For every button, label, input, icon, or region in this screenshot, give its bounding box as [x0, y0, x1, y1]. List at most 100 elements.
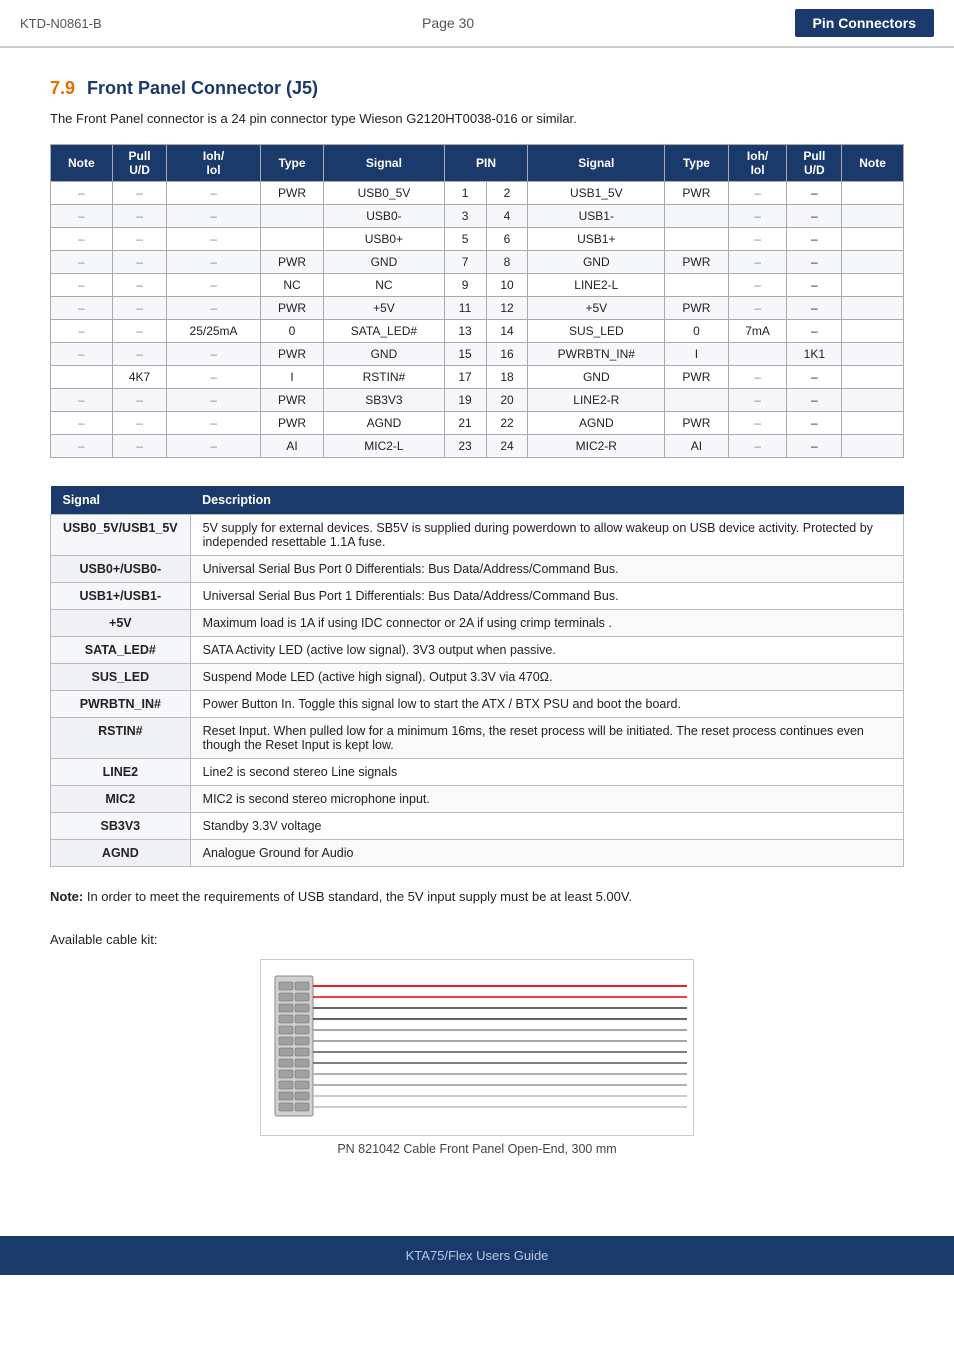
signal-desc: MIC2 is second stereo microphone input.: [190, 786, 903, 813]
list-item: AGND Analogue Ground for Audio: [51, 840, 904, 867]
th-type-l: Type: [260, 145, 324, 182]
list-item: +5V Maximum load is 1A if using IDC conn…: [51, 610, 904, 637]
cell-pin-l: 11: [444, 297, 486, 320]
th-type-r: Type: [665, 145, 729, 182]
cell-signal-r: SUS_LED: [528, 320, 665, 343]
cell-ioh-r: [728, 343, 787, 366]
cell-ioh-r: –: [728, 182, 787, 205]
cell-note-r: [842, 205, 904, 228]
cell-note-r: [842, 182, 904, 205]
cell-signal-l: USB0-: [324, 205, 444, 228]
cell-pin-r: 10: [486, 274, 528, 297]
cell-signal-l: GND: [324, 251, 444, 274]
list-item: SUS_LED Suspend Mode LED (active high si…: [51, 664, 904, 691]
cell-note-l: –: [51, 182, 113, 205]
cell-pin-l: 17: [444, 366, 486, 389]
signal-name: PWRBTN_IN#: [51, 691, 191, 718]
cell-pull-r: –: [787, 228, 842, 251]
cell-type-r: [665, 228, 729, 251]
list-item: USB0+/USB0- Universal Serial Bus Port 0 …: [51, 556, 904, 583]
signal-name: USB0+/USB0-: [51, 556, 191, 583]
cell-type-l: [260, 228, 324, 251]
signal-desc: Maximum load is 1A if using IDC connecto…: [190, 610, 903, 637]
cell-pull-l: –: [112, 320, 167, 343]
signal-name: SATA_LED#: [51, 637, 191, 664]
cell-type-l: 0: [260, 320, 324, 343]
list-item: LINE2 Line2 is second stereo Line signal…: [51, 759, 904, 786]
table-row: – – – PWR GND 15 16 PWRBTN_IN# I 1K1: [51, 343, 904, 366]
cell-pull-r: –: [787, 412, 842, 435]
signal-desc: SATA Activity LED (active low signal). 3…: [190, 637, 903, 664]
page-header: KTD-N0861-B Page 30 Pin Connectors: [0, 0, 954, 48]
cell-ioh-l: –: [167, 228, 260, 251]
table-row: – – – NC NC 9 10 LINE2-L – –: [51, 274, 904, 297]
th-ioh-r: Ioh/Iol: [728, 145, 787, 182]
cell-pull-r: –: [787, 274, 842, 297]
cell-pin-l: 21: [444, 412, 486, 435]
cell-ioh-r: –: [728, 228, 787, 251]
signal-description-table: Signal Description USB0_5V/USB1_5V 5V su…: [50, 486, 904, 867]
main-content: 7.9 Front Panel Connector (J5) The Front…: [0, 48, 954, 1196]
cell-note-r: [842, 435, 904, 458]
table-row: – – – PWR SB3V3 19 20 LINE2-R – –: [51, 389, 904, 412]
cell-type-l: PWR: [260, 251, 324, 274]
table-row: – – 25/25mA 0 SATA_LED# 13 14 SUS_LED 0 …: [51, 320, 904, 343]
signal-desc: Universal Serial Bus Port 1 Differential…: [190, 583, 903, 610]
cell-signal-l: +5V: [324, 297, 444, 320]
cell-pin-l: 1: [444, 182, 486, 205]
table-row: – – – PWR USB0_5V 1 2 USB1_5V PWR – –: [51, 182, 904, 205]
cell-pull-l: –: [112, 182, 167, 205]
cell-pin-l: 15: [444, 343, 486, 366]
cell-pin-r: 16: [486, 343, 528, 366]
section-title: Front Panel Connector (J5): [87, 78, 318, 99]
cell-pin-l: 5: [444, 228, 486, 251]
cell-ioh-l: –: [167, 297, 260, 320]
list-item: PWRBTN_IN# Power Button In. Toggle this …: [51, 691, 904, 718]
cell-pin-l: 19: [444, 389, 486, 412]
cable-kit-label: Available cable kit:: [50, 932, 904, 947]
cell-ioh-l: –: [167, 205, 260, 228]
th-note-r: Note: [842, 145, 904, 182]
cell-signal-r: LINE2-R: [528, 389, 665, 412]
cell-note-l: –: [51, 435, 113, 458]
table-row: 4K7 – I RSTIN# 17 18 GND PWR – –: [51, 366, 904, 389]
cable-image-wrap: PN 821042 Cable Front Panel Open-End, 30…: [50, 959, 904, 1156]
cell-pin-r: 4: [486, 205, 528, 228]
desc-col2-header: Description: [190, 486, 903, 515]
page-number: Page 30: [422, 15, 474, 31]
cell-pull-r: –: [787, 320, 842, 343]
cell-pin-r: 8: [486, 251, 528, 274]
cell-ioh-r: –: [728, 389, 787, 412]
cell-signal-r: GND: [528, 366, 665, 389]
th-pull-r: PullU/D: [787, 145, 842, 182]
section-heading: 7.9 Front Panel Connector (J5): [50, 78, 904, 99]
cell-pin-r: 6: [486, 228, 528, 251]
cell-ioh-l: –: [167, 274, 260, 297]
cell-type-l: PWR: [260, 182, 324, 205]
th-signal-l: Signal: [324, 145, 444, 182]
list-item: SATA_LED# SATA Activity LED (active low …: [51, 637, 904, 664]
cell-pull-r: –: [787, 297, 842, 320]
cell-signal-r: USB1_5V: [528, 182, 665, 205]
cell-pin-r: 12: [486, 297, 528, 320]
cell-pull-l: –: [112, 274, 167, 297]
cell-ioh-l: –: [167, 389, 260, 412]
cell-pin-r: 20: [486, 389, 528, 412]
th-ioh-l: Ioh/Iol: [167, 145, 260, 182]
cell-pull-r: 1K1: [787, 343, 842, 366]
cell-type-r: PWR: [665, 251, 729, 274]
signal-name: MIC2: [51, 786, 191, 813]
cell-ioh-r: –: [728, 274, 787, 297]
th-pin: PIN: [444, 145, 528, 182]
cell-type-r: PWR: [665, 182, 729, 205]
cell-signal-r: AGND: [528, 412, 665, 435]
desc-col1-header: Signal: [51, 486, 191, 515]
cell-type-l: I: [260, 366, 324, 389]
signal-desc: Reset Input. When pulled low for a minim…: [190, 718, 903, 759]
cell-note-r: [842, 366, 904, 389]
cell-type-l: NC: [260, 274, 324, 297]
th-signal-r: Signal: [528, 145, 665, 182]
cable-caption: PN 821042 Cable Front Panel Open-End, 30…: [337, 1142, 616, 1156]
cell-signal-r: LINE2-L: [528, 274, 665, 297]
signal-name: +5V: [51, 610, 191, 637]
